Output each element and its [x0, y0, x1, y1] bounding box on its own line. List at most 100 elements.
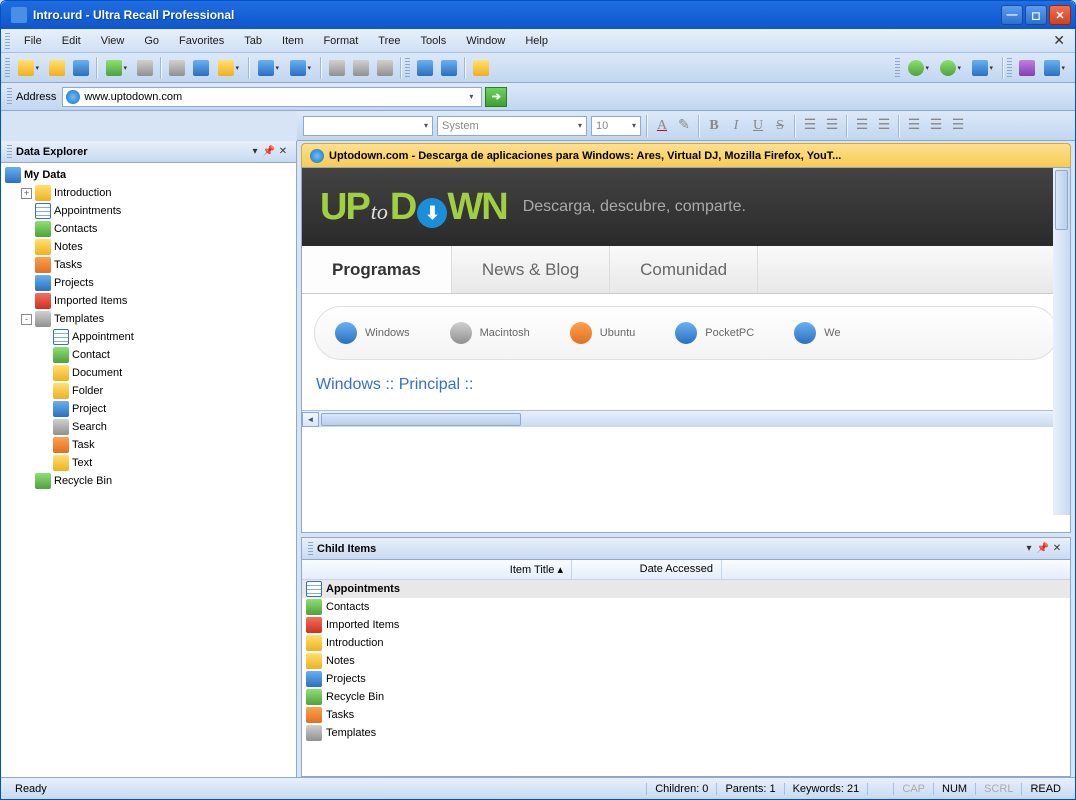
menu-window[interactable]: Window: [456, 32, 515, 50]
web-nav-item[interactable]: News & Blog: [452, 246, 610, 293]
list-item[interactable]: Appointments: [302, 580, 1070, 598]
tree-item[interactable]: Text: [3, 454, 294, 472]
menu-view[interactable]: View: [91, 32, 135, 50]
link-button[interactable]: [326, 57, 348, 79]
column-header[interactable]: Date Accessed: [572, 560, 722, 579]
filter-button[interactable]: [470, 57, 492, 79]
menu-edit[interactable]: Edit: [52, 32, 91, 50]
list-item[interactable]: Imported Items: [302, 616, 1070, 634]
scroll-thumb[interactable]: [1055, 170, 1068, 230]
numbering-button[interactable]: ☰: [821, 115, 843, 137]
maximize-button[interactable]: ◻: [1025, 5, 1047, 25]
tree-view[interactable]: My Data+IntroductionAppointmentsContacts…: [1, 163, 296, 777]
os-item[interactable]: Macintosh: [450, 322, 530, 344]
list-header[interactable]: Item Title ▴ Date Accessed: [302, 560, 1070, 580]
align-center-button[interactable]: ☰: [925, 115, 947, 137]
address-combo[interactable]: ▾: [62, 87, 482, 107]
tree-item[interactable]: Projects: [3, 274, 294, 292]
menu-format[interactable]: Format: [313, 32, 368, 50]
font-combo[interactable]: System▾: [437, 116, 587, 136]
os-item[interactable]: Windows: [335, 322, 410, 344]
align-right-button[interactable]: ☰: [947, 115, 969, 137]
open-button[interactable]: [46, 57, 68, 79]
chevron-down-icon[interactable]: ▾: [464, 92, 478, 101]
grip-icon[interactable]: [895, 58, 900, 78]
close-pane-button[interactable]: ✕: [276, 146, 290, 157]
web-nav-item[interactable]: Programas: [302, 246, 452, 293]
menu-file[interactable]: File: [14, 32, 52, 50]
horizontal-scrollbar[interactable]: ◄ ►: [302, 410, 1070, 427]
content-tab[interactable]: Uptodown.com - Descarga de aplicaciones …: [301, 143, 1071, 167]
scroll-thumb[interactable]: [321, 413, 521, 426]
address-input[interactable]: [84, 91, 464, 103]
dropdown-button[interactable]: ▾: [248, 146, 262, 157]
menu-tools[interactable]: Tools: [411, 32, 457, 50]
list-view[interactable]: AppointmentsContactsImported ItemsIntrod…: [302, 580, 1070, 776]
grip-icon[interactable]: [5, 33, 10, 49]
tree-root-label[interactable]: My Data: [24, 169, 66, 181]
bold-button[interactable]: B: [703, 115, 725, 137]
redo-button[interactable]: ▾: [286, 57, 316, 79]
bullets-button[interactable]: ☰: [799, 115, 821, 137]
save-button[interactable]: [70, 57, 92, 79]
expand-toggle[interactable]: +: [21, 188, 32, 199]
os-item[interactable]: PocketPC: [675, 322, 754, 344]
new-button[interactable]: ▾: [14, 57, 44, 79]
tree-item[interactable]: -Templates: [3, 310, 294, 328]
print-button[interactable]: [134, 57, 156, 79]
layout-button[interactable]: [1016, 57, 1038, 79]
os-item[interactable]: Ubuntu: [570, 322, 635, 344]
font-color-button[interactable]: A: [651, 115, 673, 137]
dropdown-button[interactable]: ▾: [1022, 543, 1036, 554]
tree-item[interactable]: +Introduction: [3, 184, 294, 202]
menu-help[interactable]: Help: [515, 32, 558, 50]
tree-item[interactable]: Project: [3, 400, 294, 418]
size-combo[interactable]: 10▾: [591, 116, 641, 136]
menu-tab[interactable]: Tab: [234, 32, 272, 50]
close-pane-button[interactable]: ✕: [1050, 543, 1064, 554]
tree-item[interactable]: Tasks: [3, 256, 294, 274]
vertical-scrollbar[interactable]: [1053, 168, 1070, 515]
list-item[interactable]: Templates: [302, 724, 1070, 742]
list-item[interactable]: Contacts: [302, 598, 1070, 616]
list-item[interactable]: Notes: [302, 652, 1070, 670]
pin-button[interactable]: 📌: [1036, 543, 1050, 554]
italic-button[interactable]: I: [725, 115, 747, 137]
go-button[interactable]: ➔: [485, 87, 507, 107]
tree-item[interactable]: Document: [3, 364, 294, 382]
menu-tree[interactable]: Tree: [368, 32, 410, 50]
new-item-button[interactable]: ▾: [102, 57, 132, 79]
underline-button[interactable]: U: [747, 115, 769, 137]
grip-icon[interactable]: [5, 58, 10, 78]
scroll-left-button[interactable]: ◄: [302, 412, 319, 427]
align-left-button[interactable]: ☰: [903, 115, 925, 137]
expand-toggle[interactable]: -: [21, 314, 32, 325]
mdi-close-button[interactable]: ✕: [1047, 32, 1071, 49]
nav-forward-button[interactable]: ▾: [936, 57, 966, 79]
grip-icon[interactable]: [1007, 58, 1012, 78]
tree-item[interactable]: Search: [3, 418, 294, 436]
list-item[interactable]: Tasks: [302, 706, 1070, 724]
highlight-button[interactable]: ✎: [673, 115, 695, 137]
undo-button[interactable]: ▾: [254, 57, 284, 79]
delete-button[interactable]: [350, 57, 372, 79]
tree-item[interactable]: Appointment: [3, 328, 294, 346]
tree-collapse-button[interactable]: [414, 57, 436, 79]
menu-favorites[interactable]: Favorites: [169, 32, 234, 50]
web-nav-item[interactable]: Comunidad: [610, 246, 758, 293]
column-header[interactable]: Item Title ▴: [302, 560, 572, 579]
tree-item[interactable]: Folder: [3, 382, 294, 400]
menu-item[interactable]: Item: [272, 32, 313, 50]
tree-item[interactable]: Notes: [3, 238, 294, 256]
grip-icon[interactable]: [405, 58, 410, 78]
tree-item[interactable]: Task: [3, 436, 294, 454]
indent-button[interactable]: ☰: [873, 115, 895, 137]
tree-item[interactable]: Appointments: [3, 202, 294, 220]
nav-back-button[interactable]: ▾: [904, 57, 934, 79]
strike-button[interactable]: S: [769, 115, 791, 137]
outdent-button[interactable]: ☰: [851, 115, 873, 137]
close-button[interactable]: ✕: [1049, 5, 1071, 25]
copy-button[interactable]: [190, 57, 212, 79]
cut-button[interactable]: [166, 57, 188, 79]
tree-expand-button[interactable]: [438, 57, 460, 79]
